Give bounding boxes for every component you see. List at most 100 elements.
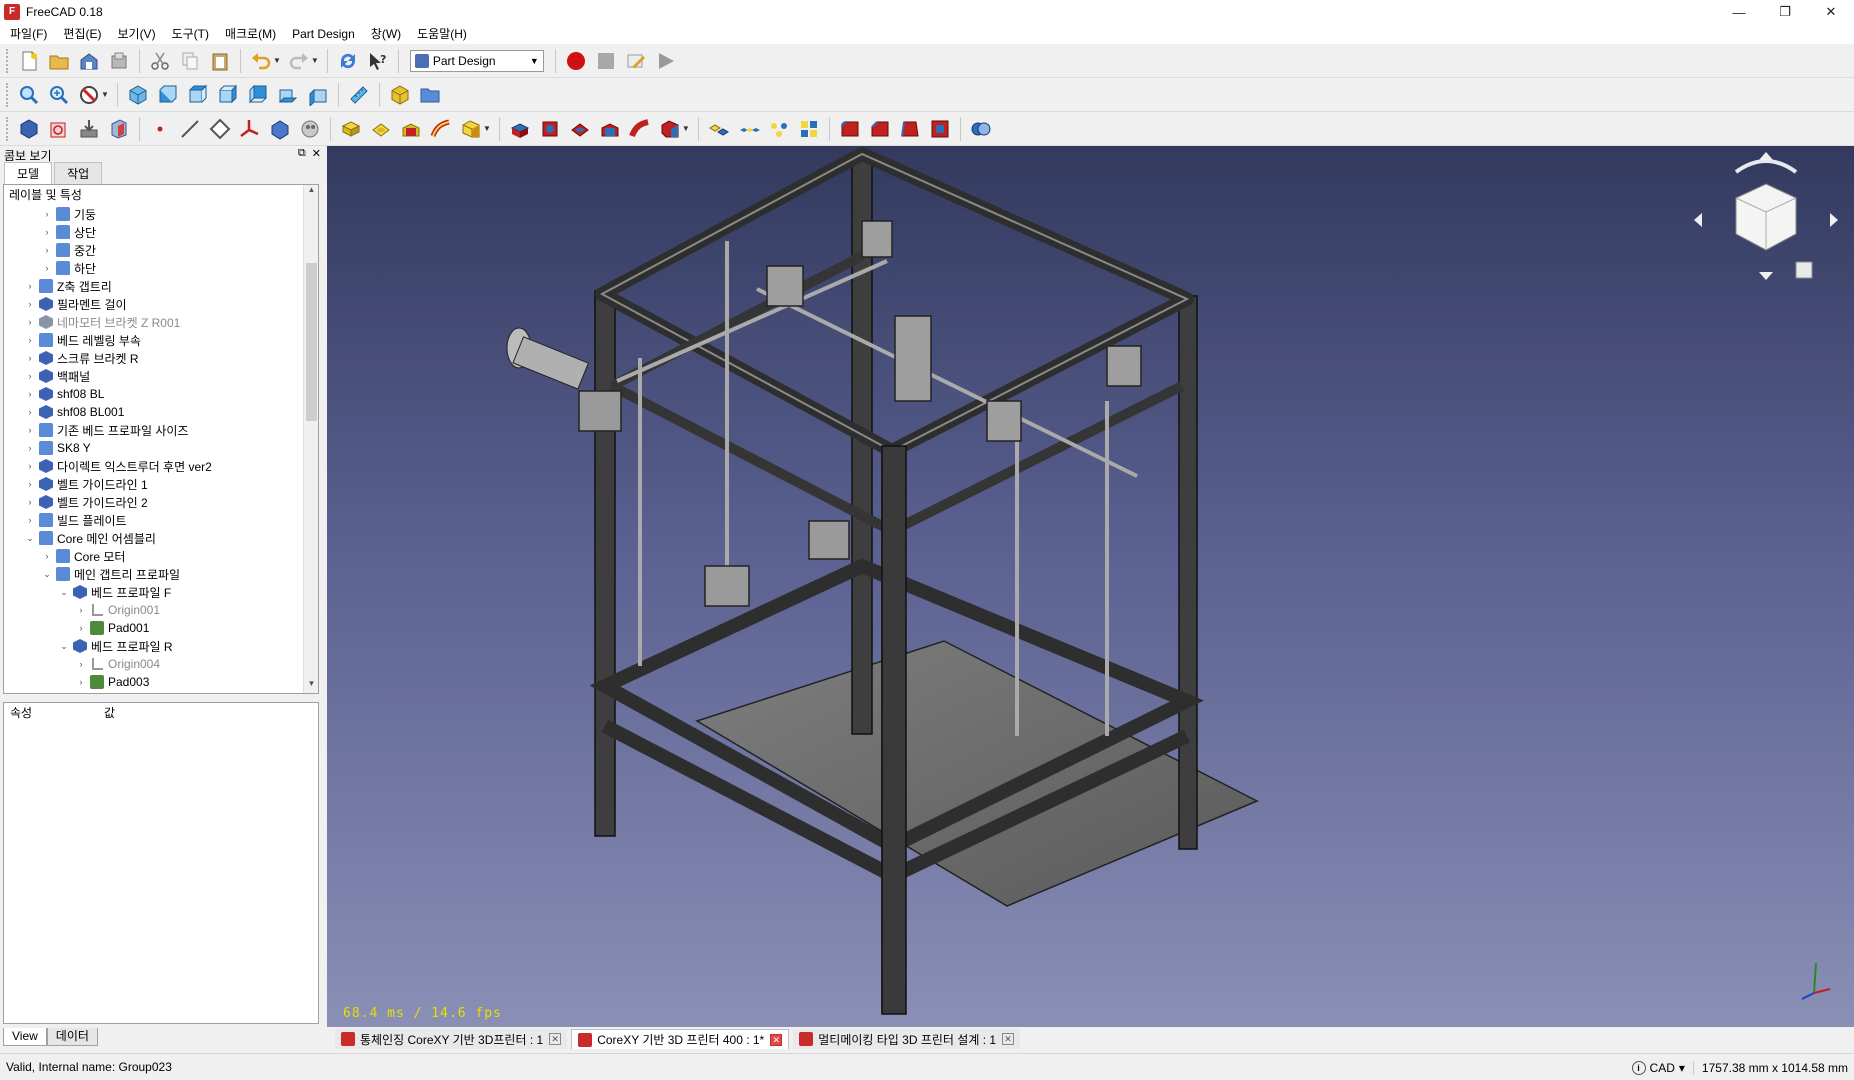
navigation-style-selector[interactable]: i CAD ▾ [1631, 1060, 1694, 1075]
redo-dropdown-icon[interactable]: ▼ [311, 56, 319, 65]
top-view-icon[interactable] [186, 83, 210, 107]
chevron-down-icon[interactable]: ⌄ [40, 569, 54, 580]
pocket-icon[interactable] [508, 117, 532, 141]
chevron-right-icon[interactable]: › [23, 479, 37, 489]
chevron-right-icon[interactable]: › [23, 497, 37, 507]
scroll-down-icon[interactable]: ▼ [304, 679, 318, 693]
save-icon[interactable] [77, 49, 101, 73]
chevron-right-icon[interactable]: › [23, 281, 37, 291]
redo-icon[interactable] [287, 49, 311, 73]
revolution-icon[interactable] [369, 117, 393, 141]
tree-item[interactable]: › Origin004 [4, 655, 318, 673]
document-tab-3[interactable]: 멀티메이킹 타입 3D 프린터 설계 : 1 ✕ [793, 1029, 1021, 1049]
tree-item[interactable]: › shf08 BL [4, 385, 318, 403]
tree-item[interactable]: › 중간 [4, 241, 318, 259]
cut-icon[interactable] [148, 49, 172, 73]
fit-all-icon[interactable] [17, 83, 41, 107]
chevron-down-icon[interactable]: ⌄ [57, 587, 71, 598]
tree-item[interactable]: › Pad003 [4, 673, 318, 691]
document-tab-2[interactable]: CoreXY 기반 3D 프린터 400 : 1* ✕ [571, 1029, 790, 1049]
groove-icon[interactable] [568, 117, 592, 141]
model-tree[interactable]: 레이블 및 특성 › 기둥 › 상단 › 중간 › 하단 › Z축 갭트리 › 필라멘트 걸이 › 네마모… [3, 184, 319, 694]
sub-shape-binder-icon[interactable] [268, 117, 292, 141]
hole-icon[interactable] [538, 117, 562, 141]
close-panel-icon[interactable]: ✕ [312, 147, 321, 160]
menu-view[interactable]: 보기(V) [109, 24, 163, 44]
tree-item[interactable]: › Pad001 [4, 619, 318, 637]
subtractive-loft-icon[interactable] [598, 117, 622, 141]
close-button[interactable]: ✕ [1808, 0, 1854, 24]
fit-selection-icon[interactable] [47, 83, 71, 107]
chevron-right-icon[interactable]: › [40, 245, 54, 255]
tree-item[interactable]: › SK8 Y [4, 439, 318, 457]
additive-pipe-icon[interactable] [429, 117, 453, 141]
tab-data[interactable]: 데이터 [46, 1028, 98, 1046]
tree-item[interactable]: › 네마모터 브라켓 Z R001 [4, 313, 318, 331]
tree-item[interactable]: › 하단 [4, 259, 318, 277]
polar-pattern-icon[interactable] [767, 117, 791, 141]
chevron-right-icon[interactable]: › [40, 263, 54, 273]
draft-icon[interactable] [898, 117, 922, 141]
tree-item[interactable]: › Core 모터 [4, 547, 318, 565]
validate-sketch-icon[interactable] [77, 117, 101, 141]
tab-model[interactable]: 모델 [4, 162, 53, 184]
chevron-right-icon[interactable]: › [40, 551, 54, 561]
tree-item[interactable]: › 벨트 가이드라인 2 [4, 493, 318, 511]
toolbar-grip[interactable] [6, 82, 10, 107]
additive-primitive-dropdown-icon[interactable]: ▼ [483, 124, 491, 133]
copy-icon[interactable] [178, 49, 202, 73]
chevron-right-icon[interactable]: › [23, 443, 37, 453]
tree-item[interactable]: › 빌드 플레이트 [4, 511, 318, 529]
thickness-icon[interactable] [928, 117, 952, 141]
menu-part-design[interactable]: Part Design [284, 24, 363, 44]
stepper-motors[interactable] [578, 390, 850, 607]
menu-window[interactable]: 창(W) [363, 24, 409, 44]
tree-item[interactable]: › 필라멘트 걸이 [4, 295, 318, 313]
local-coordinate-system-icon[interactable] [238, 117, 262, 141]
measure-distance-icon[interactable] [347, 83, 371, 107]
build-plate[interactable] [695, 640, 1259, 907]
scrollbar-thumb[interactable] [306, 263, 317, 421]
menu-edit[interactable]: 편집(E) [55, 24, 109, 44]
tree-item[interactable]: › 다이렉트 익스트루더 후면 ver2 [4, 457, 318, 475]
chevron-right-icon[interactable]: › [23, 407, 37, 417]
create-sketch-icon[interactable] [47, 117, 71, 141]
property-view[interactable]: 속성 값 [3, 702, 319, 1024]
macro-record-icon[interactable] [564, 49, 588, 73]
draw-style-dropdown-icon[interactable]: ▼ [101, 90, 109, 99]
tree-item[interactable]: › 스크류 브라켓 R [4, 349, 318, 367]
menu-help[interactable]: 도움말(H) [409, 24, 475, 44]
macro-edit-icon[interactable] [624, 49, 648, 73]
restore-button[interactable]: ❐ [1762, 0, 1808, 24]
tree-item[interactable]: › Z축 갭트리 [4, 277, 318, 295]
additive-loft-icon[interactable] [399, 117, 423, 141]
float-panel-icon[interactable]: ⧉ [298, 147, 306, 160]
workbench-selector[interactable]: Part Design ▼ [409, 49, 544, 72]
close-tab-icon[interactable]: ✕ [1002, 1033, 1015, 1045]
chevron-right-icon[interactable]: › [74, 605, 88, 615]
close-tab-icon[interactable]: ✕ [549, 1033, 562, 1045]
tree-scrollbar[interactable]: ▲ ▼ [303, 185, 318, 693]
tree-item[interactable]: › 벨트 가이드라인 1 [4, 475, 318, 493]
chevron-right-icon[interactable]: › [23, 353, 37, 363]
subtractive-primitive-dropdown-icon[interactable]: ▼ [682, 124, 690, 133]
chevron-right-icon[interactable]: › [40, 209, 54, 219]
toolbar-grip[interactable] [6, 116, 10, 141]
bottom-view-icon[interactable] [276, 83, 300, 107]
tree-item[interactable]: › 상단 [4, 223, 318, 241]
left-view-icon[interactable] [306, 83, 330, 107]
open-folder-icon[interactable] [47, 49, 71, 73]
gantry-rods[interactable] [616, 241, 1138, 736]
chevron-right-icon[interactable]: › [23, 389, 37, 399]
multi-transform-icon[interactable] [797, 117, 821, 141]
right-view-icon[interactable] [216, 83, 240, 107]
close-tab-icon[interactable]: ✕ [770, 1033, 783, 1046]
linear-pattern-icon[interactable] [737, 117, 761, 141]
tree-item[interactable]: ⌄ Core 메인 어셈블리 [4, 529, 318, 547]
tree-item[interactable]: › Origin001 [4, 601, 318, 619]
macro-run-icon[interactable] [654, 49, 678, 73]
tab-view[interactable]: View [3, 1028, 47, 1046]
chevron-down-icon[interactable]: ⌄ [23, 533, 37, 544]
fillet-icon[interactable] [838, 117, 862, 141]
undo-dropdown-icon[interactable]: ▼ [273, 56, 281, 65]
